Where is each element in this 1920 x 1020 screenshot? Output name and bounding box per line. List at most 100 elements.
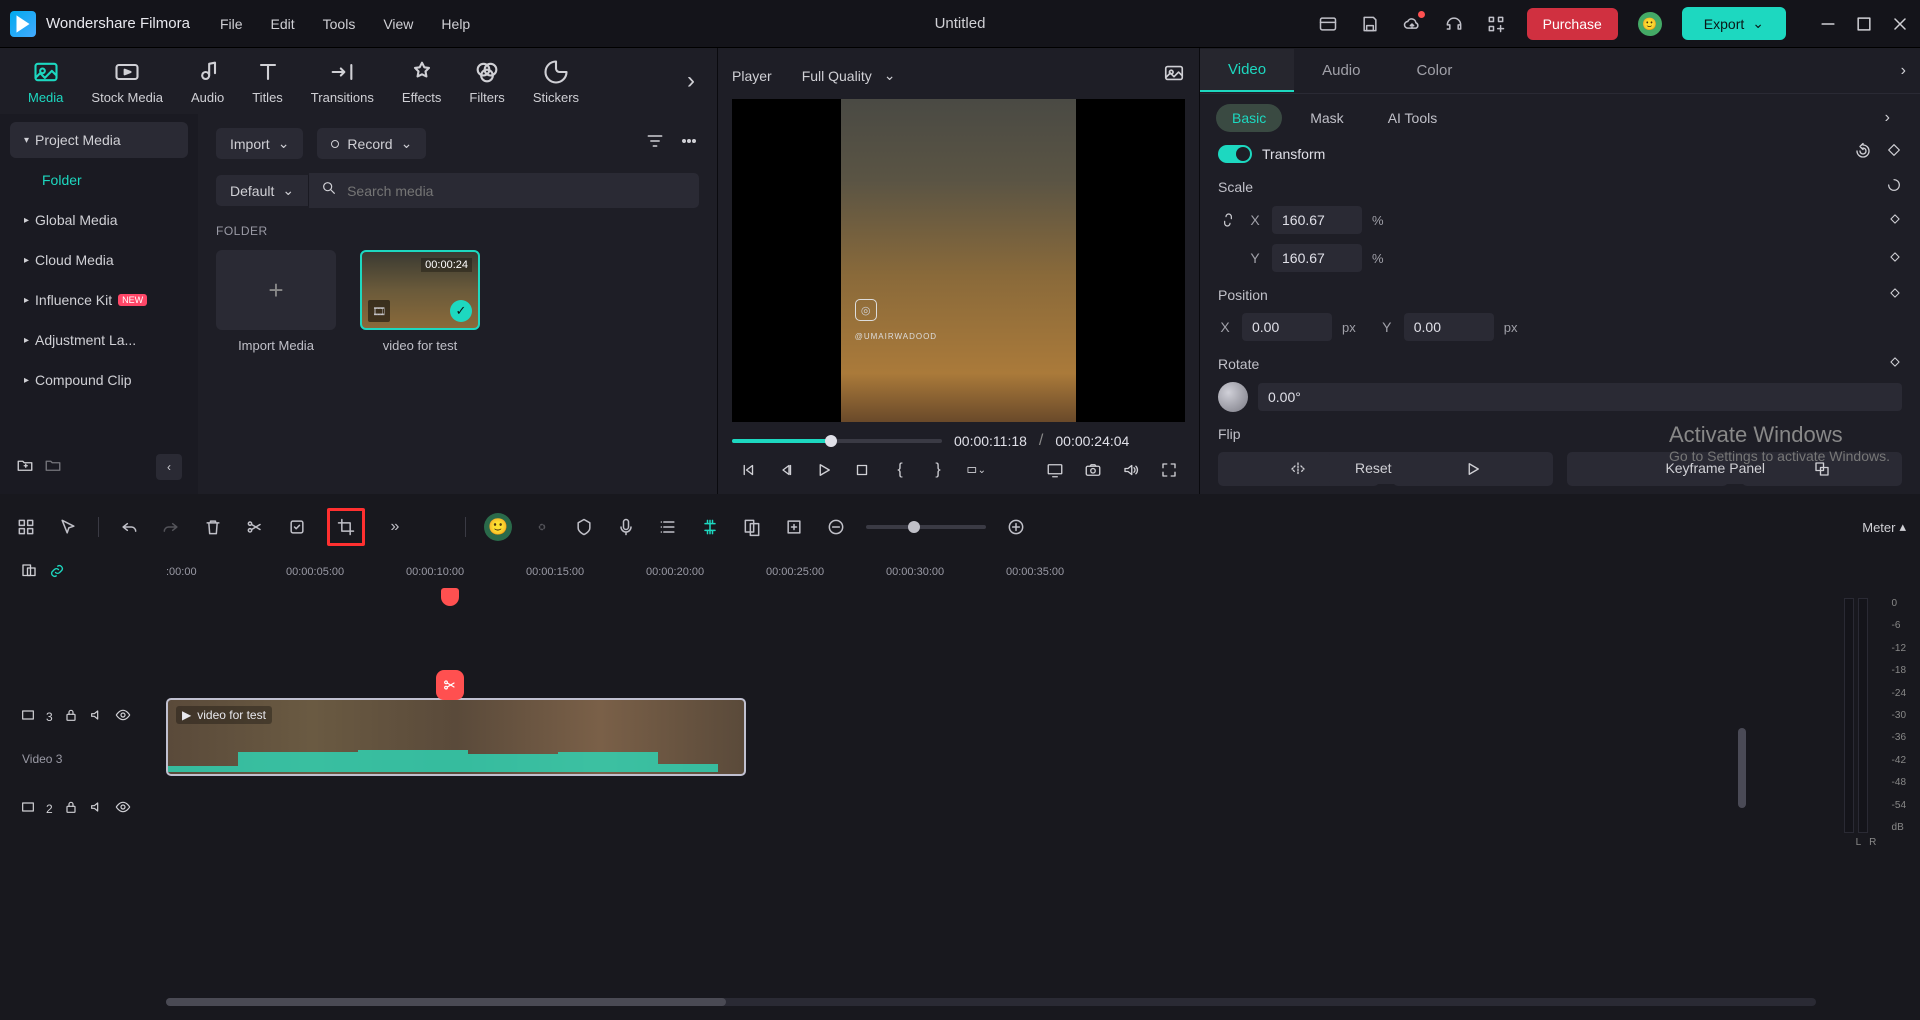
search-input[interactable] (347, 183, 687, 199)
timeline-ruler[interactable]: :00:00 00:00:05:00 00:00:10:00 00:00:15:… (166, 558, 1906, 588)
more-icon[interactable] (679, 131, 699, 156)
rotate-input[interactable] (1258, 383, 1902, 411)
redo-button[interactable] (159, 515, 183, 539)
export-button[interactable]: Export⌄ (1682, 7, 1786, 40)
rotate-knob[interactable] (1218, 382, 1248, 412)
subtab-more[interactable]: › (1871, 109, 1904, 127)
props-tab-color[interactable]: Color (1388, 50, 1480, 91)
tab-media[interactable]: Media (14, 52, 77, 111)
keyframe-icon[interactable] (1888, 286, 1902, 303)
tab-audio[interactable]: Audio (177, 52, 238, 111)
layout-icon[interactable] (1317, 13, 1339, 35)
sidebar-adjustment-layer[interactable]: ▸Adjustment La... (10, 322, 188, 358)
playhead-scissors[interactable] (436, 670, 464, 700)
ratio-button[interactable]: ⌄ (966, 460, 986, 480)
track-mute-icon[interactable] (89, 707, 105, 727)
tabs-more-button[interactable]: › (679, 59, 703, 103)
expand-button[interactable] (782, 515, 806, 539)
undo-button[interactable] (117, 515, 141, 539)
tab-filters[interactable]: Filters (455, 52, 518, 111)
delete-button[interactable] (201, 515, 225, 539)
tab-stock-media[interactable]: Stock Media (77, 52, 177, 111)
subtab-ai-tools[interactable]: AI Tools (1372, 104, 1454, 132)
filter-icon[interactable] (645, 131, 665, 156)
keyframe-panel-button[interactable]: Keyframe Panel (1639, 452, 1791, 484)
keyframe-icon[interactable] (1888, 250, 1902, 267)
new-folder-icon[interactable] (16, 456, 34, 478)
timeline-hscroll[interactable] (166, 998, 1816, 1006)
mic-button[interactable] (614, 515, 638, 539)
snapshot-icon[interactable] (1163, 62, 1185, 89)
import-media-tile[interactable]: + (216, 250, 336, 330)
crop-button[interactable] (334, 515, 358, 539)
minimize-button[interactable] (1818, 14, 1838, 34)
timeline-vscroll[interactable] (1738, 728, 1746, 808)
media-clip-tile[interactable]: 00:00:24 🎞 ✓ (360, 250, 480, 330)
dup-button[interactable] (740, 515, 764, 539)
sidebar-project-media[interactable]: ▾Project Media (10, 122, 188, 158)
track-visible-icon[interactable] (115, 707, 131, 727)
tab-stickers[interactable]: Stickers (519, 52, 593, 111)
camera-button[interactable] (1083, 460, 1103, 480)
mark-out-button[interactable]: } (928, 460, 948, 480)
props-tab-video[interactable]: Video (1200, 49, 1294, 92)
timeline-clip[interactable]: ▶video for test (166, 698, 746, 776)
marker-button[interactable] (572, 515, 596, 539)
track-mute-icon[interactable] (89, 799, 105, 819)
prev-frame-button[interactable] (738, 460, 758, 480)
fullscreen-button[interactable] (1159, 460, 1179, 480)
pos-x-input[interactable] (1242, 313, 1332, 341)
track-add-icon[interactable] (20, 562, 38, 584)
props-tab-more[interactable]: › (1887, 62, 1920, 80)
track-link-icon[interactable] (48, 562, 66, 584)
record-dropdown[interactable]: Record⌄ (317, 128, 426, 159)
transform-toggle[interactable] (1218, 145, 1252, 163)
maximize-button[interactable] (1854, 14, 1874, 34)
sidebar-global-media[interactable]: ▸Global Media (10, 202, 188, 238)
keyframe-icon[interactable] (1888, 212, 1902, 229)
cursor-icon[interactable] (56, 515, 80, 539)
track-lock-icon[interactable] (63, 799, 79, 819)
sidebar-compound-clip[interactable]: ▸Compound Clip (10, 362, 188, 398)
headset-icon[interactable] (1443, 13, 1465, 35)
step-back-button[interactable] (776, 460, 796, 480)
track-lock-icon[interactable] (63, 707, 79, 727)
video-preview[interactable]: ◎ @UMAIRWADOOD (732, 99, 1185, 422)
menu-view[interactable]: View (383, 16, 413, 32)
props-tab-audio[interactable]: Audio (1294, 50, 1388, 91)
collapse-sidebar-button[interactable]: ‹ (156, 454, 182, 480)
scale-x-input[interactable] (1272, 206, 1362, 234)
menu-help[interactable]: Help (441, 16, 470, 32)
apps-icon[interactable] (1485, 13, 1507, 35)
display-button[interactable] (1045, 460, 1065, 480)
zoom-slider[interactable] (866, 525, 986, 529)
cloud-icon[interactable] (1401, 13, 1423, 35)
import-dropdown[interactable]: Import⌄ (216, 128, 303, 159)
keyframe-icon[interactable] (1888, 355, 1902, 372)
tab-effects[interactable]: Effects (388, 52, 456, 111)
menu-file[interactable]: File (220, 16, 243, 32)
magnet-button[interactable] (698, 515, 722, 539)
track-visible-icon[interactable] (115, 799, 131, 819)
close-button[interactable] (1890, 14, 1910, 34)
reset-icon[interactable] (1854, 142, 1872, 165)
user-avatar[interactable]: 🙂 (1638, 12, 1662, 36)
reset-button[interactable]: Reset (1329, 452, 1418, 484)
progress-bar[interactable] (732, 439, 942, 443)
subtab-basic[interactable]: Basic (1216, 104, 1282, 132)
save-icon[interactable] (1359, 13, 1381, 35)
tab-transitions[interactable]: Transitions (297, 52, 388, 111)
tab-titles[interactable]: Titles (238, 52, 297, 111)
zoom-in-button[interactable] (1004, 515, 1028, 539)
sidebar-cloud-media[interactable]: ▸Cloud Media (10, 242, 188, 278)
link-icon[interactable] (1218, 212, 1238, 228)
play-button[interactable] (814, 460, 834, 480)
meter-toggle[interactable]: Meter▴ (1862, 519, 1906, 535)
menu-edit[interactable]: Edit (271, 16, 295, 32)
keyframe-icon[interactable] (1886, 142, 1902, 165)
folder-icon[interactable] (44, 456, 62, 478)
avatar-tool-button[interactable]: 🙂 (484, 513, 512, 541)
menu-tools[interactable]: Tools (323, 16, 356, 32)
track-collapse-icon[interactable] (20, 799, 36, 819)
mark-in-button[interactable]: { (890, 460, 910, 480)
